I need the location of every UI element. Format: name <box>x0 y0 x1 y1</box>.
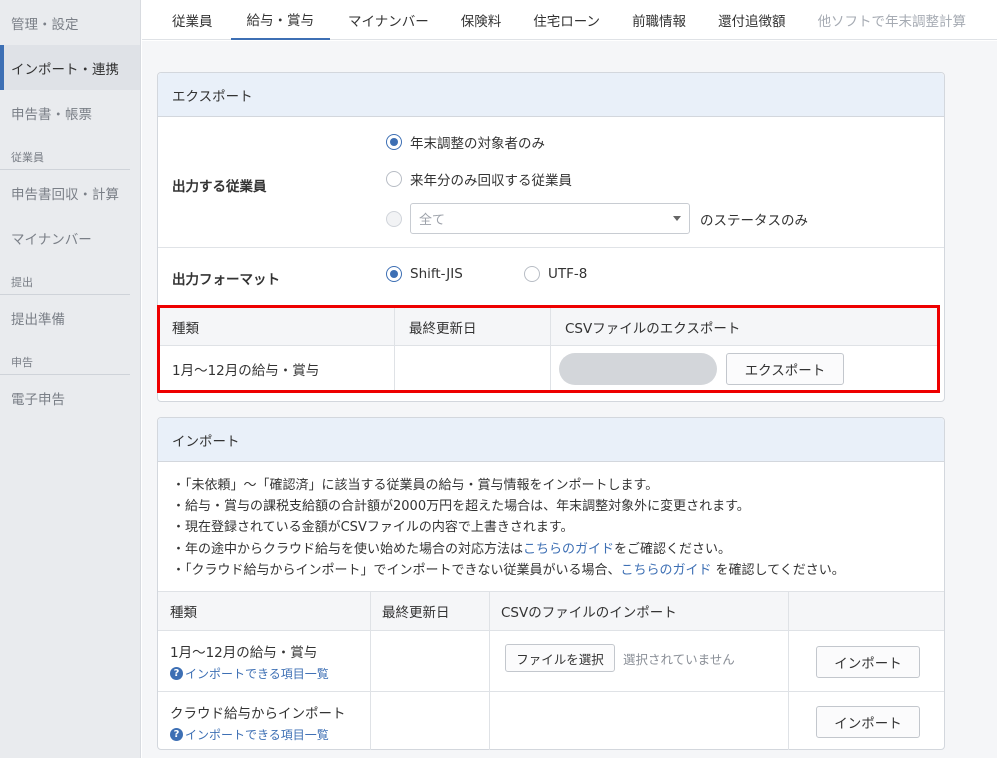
import-col-csv: CSVのファイルのインポート <box>501 605 677 621</box>
tab-previous-job[interactable]: 前職情報 <box>616 0 702 40</box>
export-row-updated <box>397 347 409 390</box>
import-note: ・年の途中からクラウド給与を使い始めた場合の対応方法はこちらのガイドをご確認くだ… <box>172 539 845 560</box>
sidebar-section-declare: 申告 <box>0 340 130 375</box>
guide-link[interactable]: こちらのガイド <box>523 542 614 557</box>
import-row-type-cell: 1月〜12月の給与・賞与 ? インポートできる項目一覧 <box>170 641 329 682</box>
import-button[interactable]: インポート <box>816 646 920 678</box>
import-notes: ・「未依頼」〜「確認済」に該当する従業員の給与・賞与情報をインポートします。 ・… <box>172 475 845 581</box>
import-items-link[interactable]: ? インポートできる項目一覧 <box>170 665 329 682</box>
tab-employees[interactable]: 従業員 <box>142 0 231 40</box>
format-label: 出力フォーマット <box>172 272 280 288</box>
radio-target-only[interactable]: 年末調整の対象者のみ <box>386 132 545 152</box>
tab-salary-bonus[interactable]: 給与・賞与 <box>230 0 330 40</box>
table-row: クラウド給与からインポート ? インポートできる項目一覧 インポート <box>158 691 944 750</box>
import-panel-title: インポート <box>158 418 944 462</box>
import-row-type-cell: クラウド給与からインポート ? インポートできる項目一覧 <box>170 702 346 743</box>
tab-mynumber[interactable]: マイナンバー <box>330 0 445 40</box>
export-col-type: 種類 <box>172 321 199 337</box>
tab-bar: 従業員 給与・賞与 マイナンバー 保険料 住宅ローン 前職情報 還付追徴額 他ソ… <box>142 0 997 40</box>
export-progress-placeholder <box>559 353 717 385</box>
export-button[interactable]: エクスポート <box>726 353 844 385</box>
divider <box>489 591 490 750</box>
export-row-type: 1月〜12月の給与・賞与 <box>172 362 320 379</box>
status-select-value: 全て <box>419 213 446 228</box>
import-button[interactable]: インポート <box>816 706 920 738</box>
import-table-header: 種類 最終更新日 CSVのファイルのインポート <box>158 591 944 630</box>
radio-checked-icon <box>386 134 402 150</box>
divider <box>370 591 371 750</box>
sidebar-item-forms[interactable]: 申告書・帳票 <box>0 90 140 135</box>
table-row: 1月〜12月の給与・賞与 ? インポートできる項目一覧 ファイルを選択 選択され… <box>158 630 944 691</box>
format-row: 出力フォーマット Shift-JIS UTF-8 <box>158 248 944 304</box>
import-row-type: クラウド給与からインポート <box>170 706 346 722</box>
help-icon: ? <box>170 728 183 741</box>
chevron-down-icon <box>673 216 681 221</box>
import-note: ・「未依頼」〜「確認済」に該当する従業員の給与・賞与情報をインポートします。 <box>172 478 659 493</box>
export-panel-title: エクスポート <box>158 73 944 117</box>
export-col-updated: 最終更新日 <box>409 321 477 337</box>
radio-utf8[interactable]: UTF-8 <box>524 266 587 282</box>
divider <box>550 308 551 390</box>
sidebar-section-submit: 提出 <box>0 260 130 295</box>
divider <box>394 308 395 390</box>
radio-unchecked-icon <box>524 266 540 282</box>
radio-next-year[interactable]: 来年分のみ回収する従業員 <box>386 169 572 189</box>
sidebar-section-employee: 従業員 <box>0 135 130 170</box>
employee-output-row: 出力する従業員 年末調整の対象者のみ 来年分のみ回収する従業員 全て のステータ… <box>158 117 944 248</box>
file-status: 選択されていません <box>623 652 735 667</box>
sidebar-item-import-link[interactable]: インポート・連携 <box>0 45 140 90</box>
tab-other-software[interactable]: 他ソフトで年末調整計算 <box>802 0 967 40</box>
import-note: ・給与・賞与の課税支給額の合計額が2000万円を超えた場合は、年末調整対象外に変… <box>172 499 750 515</box>
radio-status[interactable]: 全て のステータスのみ <box>386 203 808 234</box>
import-items-link-label: インポートできる項目一覧 <box>185 728 329 742</box>
radio-unchecked-icon <box>386 171 402 187</box>
help-icon: ? <box>170 667 183 680</box>
sidebar-item-settings[interactable]: 管理・設定 <box>0 0 140 45</box>
guide-link[interactable]: こちらのガイド <box>621 563 712 578</box>
export-table: 種類 最終更新日 CSVファイルのエクスポート 1月〜12月の給与・賞与 エクス… <box>157 305 940 393</box>
import-note-text: ・年の途中からクラウド給与を使い始めた場合の対応方法は <box>172 541 524 557</box>
choose-file-button[interactable]: ファイルを選択 <box>505 644 615 672</box>
import-col-updated: 最終更新日 <box>382 605 450 621</box>
divider <box>788 591 789 750</box>
import-col-type: 種類 <box>170 605 197 621</box>
sidebar-item-mynumber[interactable]: マイナンバー <box>0 215 140 260</box>
radio-shift-jis[interactable]: Shift-JIS <box>386 266 463 282</box>
import-note-text: を確認してください。 <box>715 562 845 578</box>
import-items-link-label: インポートできる項目一覧 <box>185 667 329 681</box>
export-col-csv: CSVファイルのエクスポート <box>565 321 741 337</box>
radio-checked-icon <box>386 266 402 282</box>
tab-insurance[interactable]: 保険料 <box>445 0 518 40</box>
import-panel: インポート ・「未依頼」〜「確認済」に該当する従業員の給与・賞与情報をインポート… <box>157 417 945 750</box>
import-note-text: ・「クラウド給与からインポート」でインポートできない従業員がいる場合、 <box>172 562 621 578</box>
import-note: ・現在登録されている金額がCSVファイルの内容で上書きされます。 <box>172 520 574 536</box>
tab-housing-loan[interactable]: 住宅ローン <box>517 0 616 40</box>
import-col-action <box>788 592 800 630</box>
radio-next-year-label: 来年分のみ回収する従業員 <box>410 173 572 189</box>
export-table-header: 種類 最終更新日 CSVファイルのエクスポート <box>160 308 937 346</box>
employee-output-label: 出力する従業員 <box>172 179 267 195</box>
radio-target-only-label: 年末調整の対象者のみ <box>410 136 545 152</box>
radio-disabled-icon <box>386 210 402 227</box>
tab-refund[interactable]: 還付追徴額 <box>702 0 802 40</box>
status-select[interactable]: 全て <box>410 203 690 234</box>
radio-shift-jis-label: Shift-JIS <box>410 266 463 282</box>
radio-utf8-label: UTF-8 <box>548 266 588 282</box>
sidebar-item-e-filing[interactable]: 電子申告 <box>0 375 140 420</box>
import-row-type: 1月〜12月の給与・賞与 <box>170 645 318 661</box>
sidebar-item-submit-prep[interactable]: 提出準備 <box>0 295 140 340</box>
import-items-link[interactable]: ? インポートできる項目一覧 <box>170 726 346 743</box>
sidebar-item-collect-calc[interactable]: 申告書回収・計算 <box>0 170 140 215</box>
sidebar: 管理・設定 インポート・連携 申告書・帳票 従業員 申告書回収・計算 マイナンバ… <box>0 0 141 758</box>
import-note: ・「クラウド給与からインポート」でインポートできない従業員がいる場合、こちらのガ… <box>172 560 845 581</box>
import-note-text: をご確認ください。 <box>614 541 732 557</box>
status-suffix-label: のステータスのみ <box>700 212 808 229</box>
